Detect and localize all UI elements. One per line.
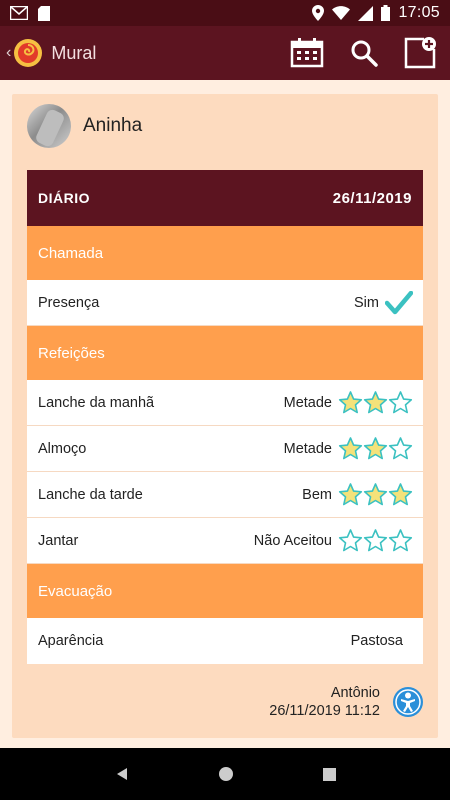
- back-button[interactable]: ‹: [6, 44, 11, 62]
- row-label: Aparência: [38, 633, 104, 649]
- star-filled-icon: [363, 437, 388, 460]
- table-row: Almoço Metade: [27, 426, 423, 472]
- star-filled-icon: [363, 391, 388, 414]
- section-chamada: Chamada: [27, 226, 423, 280]
- clock: 17:05: [398, 4, 440, 21]
- star-empty-icon: [363, 529, 388, 552]
- star-empty-icon: [388, 437, 413, 460]
- table-row: Lanche da manhã Metade: [27, 380, 423, 426]
- star-empty-icon: [388, 391, 413, 414]
- wifi-icon: [332, 6, 351, 20]
- avatar[interactable]: [27, 104, 71, 148]
- feed[interactable]: Aninha DIÁRIO 26/11/2019 Chamada Presenç…: [0, 80, 450, 748]
- signal-icon: [358, 5, 374, 21]
- back-nav-icon[interactable]: [115, 767, 129, 781]
- star-filled-icon: [388, 483, 413, 506]
- calendar-icon[interactable]: [290, 38, 324, 68]
- row-value: Não Aceitou: [253, 532, 332, 549]
- row-label: Lanche da tarde: [38, 486, 143, 503]
- row-label: Jantar: [38, 532, 79, 549]
- status-bar: 17:05: [0, 0, 450, 26]
- diary-header: DIÁRIO 26/11/2019: [27, 170, 423, 226]
- location-icon: [312, 5, 325, 21]
- sd-card-icon: [38, 5, 50, 21]
- system-nav-bar: [0, 748, 450, 800]
- table-row: Lanche da tarde Bem: [27, 472, 423, 518]
- section-evacuacao: Evacuação: [27, 564, 423, 618]
- app-bar: ‹ Mural: [0, 26, 450, 80]
- check-icon: [385, 290, 413, 314]
- row-value: Metade: [283, 440, 332, 457]
- app-logo-icon: [14, 39, 43, 67]
- row-label: Lanche da manhã: [38, 394, 155, 411]
- post-card: Aninha DIÁRIO 26/11/2019 Chamada Presenç…: [12, 94, 438, 738]
- diary-table: DIÁRIO 26/11/2019 Chamada Presença Sim R…: [27, 170, 423, 664]
- add-post-icon[interactable]: [404, 37, 436, 69]
- baby-icon: [393, 687, 423, 717]
- star-empty-icon: [388, 529, 413, 552]
- diary-date: 26/11/2019: [332, 189, 412, 207]
- post-author: Aninha: [27, 104, 142, 148]
- recents-nav-icon[interactable]: [322, 767, 336, 781]
- gmail-icon: [10, 6, 28, 20]
- star-filled-icon: [338, 391, 363, 414]
- row-value: Metade: [283, 394, 332, 411]
- star-rating: [338, 436, 413, 461]
- star-filled-icon: [338, 437, 363, 460]
- teacher-name: Antônio: [330, 685, 380, 701]
- star-filled-icon: [338, 483, 363, 506]
- row-label: Almoço: [38, 440, 87, 457]
- post-timestamp: 26/11/2019 11:12: [269, 703, 380, 719]
- row-value: Sim: [354, 294, 379, 311]
- star-rating: [338, 528, 413, 553]
- row-label: Presença: [38, 294, 100, 311]
- table-row: Presença Sim: [27, 280, 423, 326]
- author-name: Aninha: [83, 115, 143, 136]
- table-row: Aparência Pastosa: [27, 618, 423, 664]
- star-rating: [338, 482, 413, 507]
- star-filled-icon: [363, 483, 388, 506]
- table-row: Jantar Não Aceitou: [27, 518, 423, 564]
- row-value: Bem: [302, 486, 332, 503]
- row-value: Pastosa: [350, 633, 403, 649]
- star-empty-icon: [338, 529, 363, 552]
- star-rating: [338, 390, 413, 415]
- search-icon[interactable]: [350, 39, 378, 67]
- section-refeicoes: Refeições: [27, 326, 423, 380]
- page-title: Mural: [51, 42, 97, 63]
- post-footer: Antônio 26/11/2019 11:12: [269, 684, 424, 720]
- diary-title: DIÁRIO: [38, 190, 90, 206]
- battery-icon: [381, 5, 391, 21]
- home-nav-icon[interactable]: [218, 766, 234, 782]
